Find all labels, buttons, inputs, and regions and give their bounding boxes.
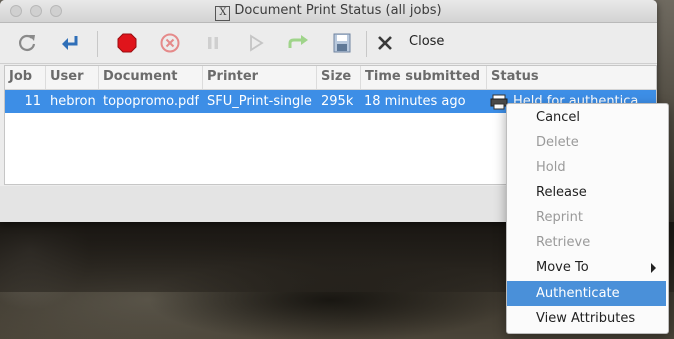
menu-item-move-to[interactable]: Move To [507,255,666,280]
table-header: Job User Document Printer Size Time subm… [5,66,656,90]
cell-size: 295k [321,94,354,109]
job-context-menu: Cancel Delete Hold Release Reprint Retri… [506,103,669,334]
refresh-icon [19,34,36,51]
column-header-job[interactable]: Job [5,66,46,89]
close-button-label[interactable]: Close [409,34,444,49]
window-title: Document Print Status (all jobs) [234,3,442,18]
stop-button[interactable] [115,32,139,54]
save-button[interactable] [330,32,354,54]
menu-item-cancel[interactable]: Cancel [507,105,666,130]
pause-button[interactable] [201,32,225,54]
menu-item-move-to-label: Move To [536,260,589,275]
menu-item-retrieve[interactable]: Retrieve [507,230,666,255]
column-header-user[interactable]: User [46,66,99,89]
cell-document: topopromo.pdf [103,94,200,109]
cell-printer: SFU_Print-single [207,94,312,109]
column-header-document[interactable]: Document [99,66,203,89]
close-icon [378,36,392,50]
column-header-status[interactable]: Status [487,66,656,89]
title-bar[interactable]: X Document Print Status (all jobs) [0,0,657,23]
menu-item-delete[interactable]: Delete [507,130,666,155]
toolbar: Close [0,23,657,64]
submenu-arrow-icon [651,263,656,273]
move-job-button[interactable] [287,32,311,54]
column-header-printer[interactable]: Printer [203,66,317,89]
reprint-button[interactable] [58,32,82,54]
reprint-icon [62,36,78,50]
play-icon [250,34,264,52]
column-header-size[interactable]: Size [317,66,361,89]
x11-icon: X [215,6,231,21]
toolbar-separator [366,31,367,57]
save-icon [333,33,351,53]
menu-item-authenticate[interactable]: Authenticate [507,281,666,306]
resume-button[interactable] [244,32,268,54]
column-header-time[interactable]: Time submitted [361,66,487,89]
cancel-icon [160,33,180,53]
refresh-button[interactable] [15,32,39,54]
cancel-button[interactable] [158,32,182,54]
menu-item-reprint[interactable]: Reprint [507,205,666,230]
menu-item-release[interactable]: Release [507,180,666,205]
cell-user: hebron [50,94,96,109]
menu-item-hold[interactable]: Hold [507,155,666,180]
forward-icon [288,35,308,48]
cell-job: 11 [24,94,41,109]
stop-icon [117,33,137,53]
pause-icon [208,37,218,49]
cell-time: 18 minutes ago [364,94,466,109]
toolbar-separator [97,31,98,57]
close-button[interactable] [373,32,397,54]
menu-item-view-attributes[interactable]: View Attributes [507,306,666,331]
